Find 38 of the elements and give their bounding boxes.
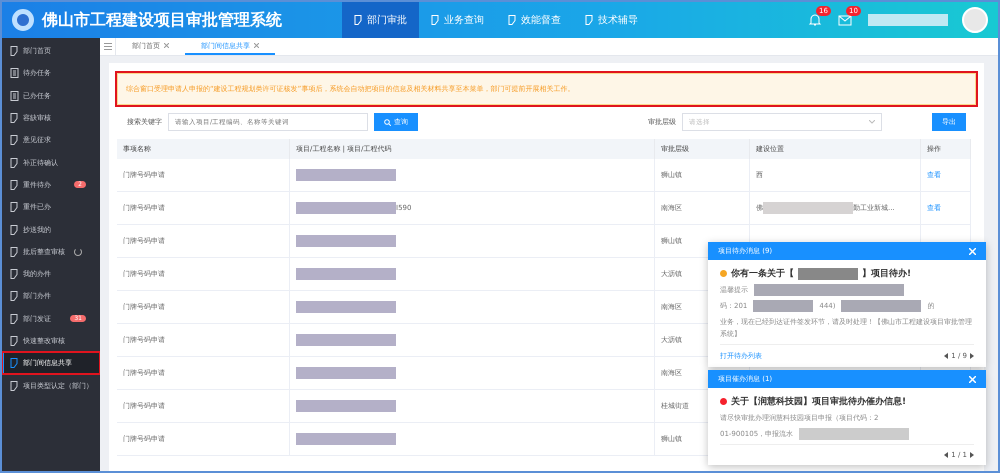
chevron-down-icon xyxy=(869,120,875,124)
document-icon xyxy=(10,246,19,257)
document-icon xyxy=(10,135,19,146)
search-icon xyxy=(384,118,391,126)
document-icon xyxy=(10,314,19,324)
document-icon xyxy=(10,358,19,368)
document-list-icon xyxy=(10,68,19,78)
document-icon xyxy=(431,15,440,25)
previous-icon[interactable] xyxy=(944,452,948,458)
close-icon[interactable] xyxy=(254,43,259,48)
next-icon[interactable] xyxy=(970,353,974,359)
document-icon xyxy=(10,46,19,56)
logo-icon xyxy=(12,9,34,31)
redacted-block xyxy=(753,300,814,312)
avatar[interactable] xyxy=(962,7,988,33)
document-icon xyxy=(585,15,594,25)
document-icon xyxy=(354,15,363,25)
document-icon xyxy=(10,113,19,124)
document-icon xyxy=(10,269,19,280)
mail-icon[interactable] xyxy=(838,13,852,27)
document-icon xyxy=(508,15,517,25)
bell-icon[interactable] xyxy=(808,13,822,27)
popup-heading: 】项目待办! xyxy=(862,267,912,280)
document-icon xyxy=(10,224,19,235)
document-list-icon xyxy=(10,90,19,101)
document-icon xyxy=(10,291,19,302)
redacted-block xyxy=(798,268,858,280)
close-icon[interactable] xyxy=(164,43,169,48)
nav-tab[interactable]: 部门审批 xyxy=(342,2,419,38)
document-icon xyxy=(10,380,19,391)
system-title: 佛山市工程建设项目审批管理系统 xyxy=(42,10,283,30)
document-icon xyxy=(10,202,19,212)
document-icon xyxy=(10,336,19,346)
document-icon xyxy=(10,158,19,168)
next-icon[interactable] xyxy=(970,452,974,458)
document-icon xyxy=(10,180,19,190)
previous-icon[interactable] xyxy=(944,353,948,359)
menu-icon[interactable] xyxy=(104,43,112,50)
